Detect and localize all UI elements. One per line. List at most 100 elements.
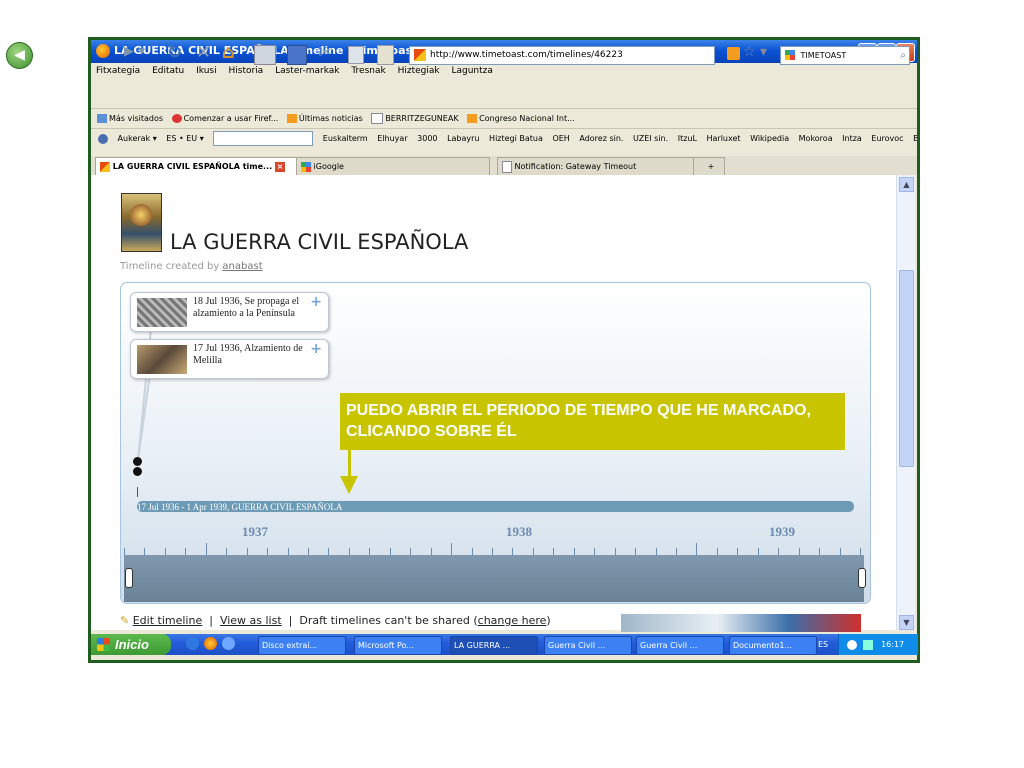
range-handle-right[interactable] bbox=[858, 568, 866, 588]
menu-dictionaries[interactable]: Hiztegiak bbox=[398, 63, 440, 79]
copy-icon[interactable] bbox=[348, 46, 364, 64]
taskbar-item-la-guerra[interactable]: LA GUERRA ... bbox=[450, 636, 538, 655]
search-icon[interactable]: ⌕ bbox=[900, 47, 906, 64]
ie-icon[interactable] bbox=[186, 637, 199, 650]
bookmark-star-icon[interactable] bbox=[287, 45, 307, 65]
toolbar-link-more[interactable]: Bi bbox=[913, 129, 917, 149]
range-handle-left[interactable] bbox=[125, 568, 133, 588]
menu-tools[interactable]: Tresnak bbox=[351, 63, 385, 79]
taskbar-item-powerpoint[interactable]: Microsoft Po... bbox=[354, 636, 442, 655]
new-tab-button[interactable]: + bbox=[693, 157, 725, 175]
toolbar-link-itzul[interactable]: ItzuL bbox=[678, 129, 697, 149]
bookmark-latest-news[interactable]: Últimas noticias bbox=[299, 109, 363, 128]
cut-icon[interactable]: ✂ bbox=[318, 42, 333, 63]
event-marker[interactable] bbox=[133, 457, 142, 466]
toolbar-link-elhuyar[interactable]: Elhuyar bbox=[377, 129, 407, 149]
network-icon[interactable] bbox=[862, 639, 873, 650]
taskbar-item-guerra-civil-1[interactable]: Guerra Civil ... bbox=[544, 636, 632, 655]
tab-igoogle[interactable]: iGoogle bbox=[296, 157, 490, 175]
scroll-down-icon[interactable]: ▼ bbox=[899, 615, 914, 630]
toolbar-link-adorez[interactable]: Adorez sin. bbox=[579, 129, 623, 149]
taskbar-item-guerra-civil-2[interactable]: Guerra Civil ... bbox=[636, 636, 724, 655]
toolbar-link-eurovoc[interactable]: Eurovoc bbox=[871, 129, 903, 149]
change-here-link[interactable]: change here bbox=[478, 614, 547, 627]
navigation-toolbar bbox=[91, 79, 917, 108]
ruler-tick bbox=[737, 548, 738, 555]
page-title: LA GUERRA CIVIL ESPAÑOLA bbox=[170, 230, 469, 254]
toolbar-link-hiztegi-batua[interactable]: Hiztegi Batua bbox=[489, 129, 543, 149]
back-button[interactable]: ◀ bbox=[6, 42, 33, 69]
toolbar-link-oeh[interactable]: OEH bbox=[552, 129, 569, 149]
quicklaunch-icon[interactable] bbox=[222, 637, 235, 650]
ruler-tick bbox=[717, 548, 718, 555]
star-icon[interactable]: ☆ ▾ bbox=[743, 44, 767, 60]
close-tab-icon[interactable]: × bbox=[274, 161, 285, 172]
toolbar-link-wikipedia[interactable]: Wikipedia bbox=[750, 129, 789, 149]
menu-help[interactable]: Laguntza bbox=[451, 63, 492, 79]
bookmark-congreso[interactable]: Congreso Nacional Int... bbox=[479, 109, 575, 128]
event-marker[interactable] bbox=[133, 467, 142, 476]
firefox-icon[interactable] bbox=[204, 637, 217, 650]
scrollbar-thumb[interactable] bbox=[899, 270, 914, 467]
vertical-scrollbar[interactable]: ▲ ▼ bbox=[896, 175, 915, 630]
clock: 16:17 bbox=[881, 640, 905, 649]
bookmark-berritzeguneak[interactable]: BERRITZEGUNEAK bbox=[385, 109, 458, 128]
menu-bar: Fitxategia Editatu Ikusi Historia Laster… bbox=[91, 63, 917, 79]
screenshot-icon[interactable] bbox=[254, 45, 276, 65]
toolbar-link-uzei[interactable]: UZEI sin. bbox=[633, 129, 668, 149]
search-box[interactable]: TIMETOAST ⌕ bbox=[780, 46, 910, 65]
view-as-list-link[interactable]: View as list bbox=[220, 614, 282, 627]
callout-arrow-head bbox=[340, 476, 358, 494]
forward-button[interactable]: ▶ ▾ bbox=[124, 44, 145, 59]
system-tray: 16:17 bbox=[838, 634, 918, 655]
advertisement-banner[interactable] bbox=[621, 614, 861, 632]
ruler-tick bbox=[144, 548, 145, 555]
scroll-up-icon[interactable]: ▲ bbox=[899, 177, 914, 192]
menu-history[interactable]: Historia bbox=[228, 63, 263, 79]
taskbar-item-documento[interactable]: Documento1... bbox=[729, 636, 817, 655]
event-card[interactable]: 18 Jul 1936, Se propaga el alzamiento a … bbox=[130, 292, 329, 332]
toolbar-link-labayru[interactable]: Labayru bbox=[447, 129, 479, 149]
toolbar-link-harluxet[interactable]: Harluxet bbox=[706, 129, 740, 149]
language-indicator[interactable]: ES bbox=[818, 640, 828, 649]
rss-icon[interactable] bbox=[727, 47, 740, 60]
menu-view[interactable]: Ikusi bbox=[196, 63, 216, 79]
paste-icon[interactable] bbox=[377, 45, 394, 65]
search-engine-label: TIMETOAST bbox=[800, 51, 847, 60]
dictionary-search-input[interactable] bbox=[213, 131, 314, 146]
menu-bookmarks[interactable]: Laster-markak bbox=[275, 63, 339, 79]
event-thumbnail bbox=[137, 345, 187, 374]
home-icon[interactable]: ⌂ bbox=[222, 42, 235, 63]
bookmark-getting-started[interactable]: Comenzar a usar Firef... bbox=[184, 109, 279, 128]
tab-timeline[interactable]: LA GUERRA CIVIL ESPAÑOLA time... × bbox=[95, 157, 298, 175]
toolbar-link-euskalterm[interactable]: Euskalterm bbox=[323, 129, 368, 149]
menu-edit[interactable]: Editatu bbox=[152, 63, 184, 79]
toolbar-logo-icon bbox=[98, 133, 108, 144]
expand-event-icon[interactable]: + bbox=[310, 341, 322, 357]
ruler-tick bbox=[288, 548, 289, 555]
start-button[interactable]: Inicio bbox=[91, 634, 171, 655]
options-dropdown[interactable]: Aukerak ▾ bbox=[118, 129, 157, 149]
language-dropdown[interactable]: ES • EU ▾ bbox=[166, 129, 203, 149]
taskbar-item-disco[interactable]: Disco extraí... bbox=[258, 636, 346, 655]
expand-event-icon[interactable]: + bbox=[310, 294, 322, 310]
ruler-tick bbox=[226, 548, 227, 555]
credit-prefix: Timeline created by bbox=[120, 261, 220, 272]
reload-icon[interactable]: ↻ bbox=[167, 42, 182, 63]
url-bar[interactable]: http://www.timetoast.com/timelines/46223 bbox=[409, 46, 715, 65]
ruler-tick bbox=[431, 548, 432, 555]
tray-icon[interactable] bbox=[847, 639, 857, 650]
ruler-tick bbox=[574, 548, 575, 555]
timeline-navigator[interactable] bbox=[124, 555, 864, 602]
menu-file[interactable]: Fitxategia bbox=[96, 63, 140, 79]
tab-notification[interactable]: Notification: Gateway Timeout bbox=[497, 157, 695, 175]
bookmark-most-visited[interactable]: Más visitados bbox=[109, 109, 163, 128]
timetoast-favicon bbox=[100, 161, 110, 172]
toolbar-link-3000[interactable]: 3000 bbox=[417, 129, 437, 149]
toolbar-link-intza[interactable]: Intza bbox=[842, 129, 862, 149]
toolbar-link-mokoroa[interactable]: Mokoroa bbox=[799, 129, 833, 149]
author-link[interactable]: anabast bbox=[222, 261, 262, 272]
event-card[interactable]: 17 Jul 1936, Alzamiento de Melilla + bbox=[130, 339, 329, 379]
edit-timeline-link[interactable]: Edit timeline bbox=[133, 614, 203, 627]
stop-icon[interactable]: ✕ bbox=[196, 42, 211, 63]
